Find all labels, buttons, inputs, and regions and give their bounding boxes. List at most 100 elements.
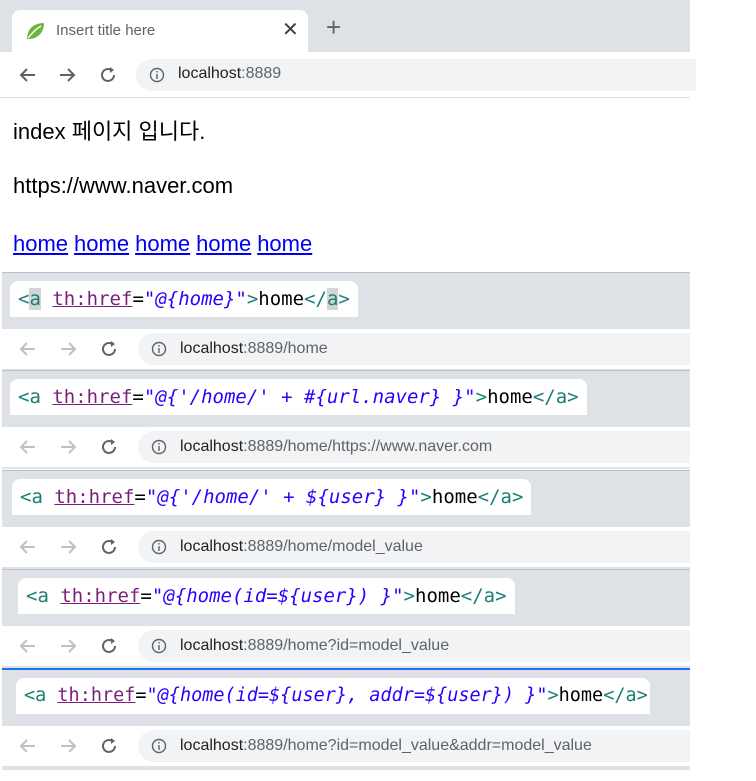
- url-text: localhost:8889/home?id=model_value: [180, 637, 449, 655]
- address-bar[interactable]: localhost:8889/home?id=model_value&addr=…: [138, 730, 690, 762]
- address-bar[interactable]: localhost:8889/home: [138, 333, 690, 365]
- reload-button[interactable]: [93, 527, 125, 567]
- code-tag-open: <a: [26, 585, 49, 607]
- naver-url-text: https://www.naver.com: [13, 173, 234, 198]
- code-text: home: [487, 386, 533, 408]
- code-tag-open: <: [18, 288, 30, 310]
- reload-button[interactable]: [93, 427, 125, 467]
- forward-button[interactable]: [52, 726, 84, 766]
- example-panel-5: <a th:href="@{home(id=${user}, addr=${us…: [2, 668, 690, 770]
- url-host: localhost: [178, 65, 242, 82]
- back-button[interactable]: [12, 52, 44, 97]
- home-link-5[interactable]: home: [257, 231, 312, 256]
- panel-toolbar-4: localhost:8889/home?id=model_value: [2, 626, 690, 666]
- info-icon[interactable]: [151, 439, 167, 455]
- code-end-close: >: [338, 288, 350, 310]
- arrow-left-icon: [19, 342, 35, 356]
- address-bar[interactable]: localhost:8889/home/https://www.naver.co…: [138, 431, 690, 463]
- code-end-tag: </a>: [532, 386, 579, 408]
- code-tag-open: <a: [24, 685, 47, 706]
- code-attr: th:href: [54, 486, 135, 508]
- panel-toolbar-1: localhost:8889/home: [2, 329, 690, 369]
- code-value: "@{home}": [143, 288, 247, 310]
- info-icon[interactable]: [151, 539, 167, 555]
- address-bar[interactable]: localhost:8889/home?id=model_value: [138, 630, 690, 662]
- url-rest: :8889/home?id=model_value&addr=model_val…: [243, 737, 592, 754]
- info-icon[interactable]: [151, 638, 167, 654]
- code-value: "@{'/home/' + #{url.naver} }": [143, 386, 476, 408]
- arrow-right-icon: [61, 342, 77, 356]
- url-host: localhost: [180, 438, 244, 455]
- forward-button[interactable]: [52, 626, 84, 666]
- url-rest: :8889/home/https://www.naver.com: [243, 438, 493, 455]
- code-attr: th:href: [60, 585, 141, 607]
- reload-icon: [101, 66, 115, 82]
- code-value: "@{home(id=${user}) }": [151, 585, 404, 607]
- home-link-3[interactable]: home: [135, 231, 190, 256]
- code-tag-close: >: [403, 585, 415, 607]
- back-button[interactable]: [12, 527, 44, 567]
- code-end-tag: a: [326, 288, 339, 310]
- info-icon[interactable]: [151, 738, 167, 754]
- forward-button[interactable]: [52, 427, 84, 467]
- code-text: home: [258, 288, 305, 310]
- url-host: localhost: [180, 637, 244, 654]
- reload-icon: [102, 341, 116, 356]
- code-snippet-5: <a th:href="@{home(id=${user}, addr=${us…: [16, 678, 650, 714]
- code-tag-open: <a: [20, 486, 43, 508]
- back-button[interactable]: [12, 626, 44, 666]
- url-host: localhost: [180, 737, 244, 754]
- code-attr: th:href: [52, 288, 133, 310]
- info-icon[interactable]: [149, 67, 165, 83]
- back-button[interactable]: [12, 427, 44, 467]
- reload-icon: [102, 539, 116, 554]
- code-snippet-2: <a th:href="@{'/home/' + #{url.naver} }"…: [10, 379, 587, 415]
- home-link-4[interactable]: home: [196, 231, 251, 256]
- browser-toolbar: localhost:8889: [0, 52, 696, 98]
- home-links: home home home home home: [13, 231, 318, 257]
- arrow-left-icon: [19, 67, 35, 82]
- active-tab[interactable]: Insert title here ✕: [12, 10, 308, 52]
- example-panel-4: <a th:href="@{home(id=${user}) }">home</…: [2, 569, 690, 668]
- code-tag-close: >: [246, 288, 259, 310]
- forward-button[interactable]: [52, 527, 84, 567]
- reload-button[interactable]: [93, 329, 125, 369]
- panel-toolbar-2: localhost:8889/home/https://www.naver.co…: [2, 427, 690, 467]
- url-text: localhost:8889/home: [180, 340, 328, 358]
- code-end-tag: </a>: [477, 486, 524, 508]
- forward-button[interactable]: [52, 329, 84, 369]
- home-link-1[interactable]: home: [13, 231, 68, 256]
- forward-button[interactable]: [51, 52, 83, 97]
- code-text: home: [558, 685, 604, 706]
- code-eq: =: [135, 685, 147, 706]
- url-rest: :8889/home?id=model_value: [243, 637, 450, 654]
- info-icon[interactable]: [151, 341, 167, 357]
- code-tag-close: >: [475, 386, 488, 408]
- code-value: "@{'/home/' + ${user} }": [145, 486, 421, 508]
- tab-close-icon[interactable]: ✕: [282, 18, 299, 42]
- example-panel-2: <a th:href="@{'/home/' + #{url.naver} }"…: [2, 370, 690, 469]
- reload-button[interactable]: [93, 726, 125, 766]
- tab-strip: Insert title here ✕ +: [0, 0, 690, 52]
- code-tag-close: >: [420, 486, 432, 508]
- code-attr: th:href: [57, 685, 136, 706]
- url-host: localhost: [180, 538, 244, 555]
- back-button[interactable]: [12, 329, 44, 369]
- back-button[interactable]: [12, 726, 44, 766]
- home-link-2[interactable]: home: [74, 231, 129, 256]
- url-rest: :8889/home/model_value: [243, 538, 423, 555]
- arrow-right-icon: [61, 540, 77, 554]
- reload-button[interactable]: [93, 626, 125, 666]
- address-bar[interactable]: localhost:8889/home/model_value: [138, 531, 690, 563]
- reload-icon: [102, 638, 116, 653]
- reload-button[interactable]: [92, 52, 124, 97]
- arrow-left-icon: [19, 639, 35, 653]
- code-text: home: [415, 585, 461, 607]
- code-text: home: [431, 486, 478, 508]
- code-tag-close: >: [547, 685, 559, 706]
- arrow-left-icon: [19, 540, 35, 554]
- address-bar[interactable]: localhost:8889: [136, 59, 696, 91]
- code-tag-name: a: [29, 288, 41, 310]
- new-tab-button[interactable]: +: [326, 14, 341, 40]
- code-snippet-3: <a th:href="@{'/home/' + ${user} }">home…: [12, 479, 532, 515]
